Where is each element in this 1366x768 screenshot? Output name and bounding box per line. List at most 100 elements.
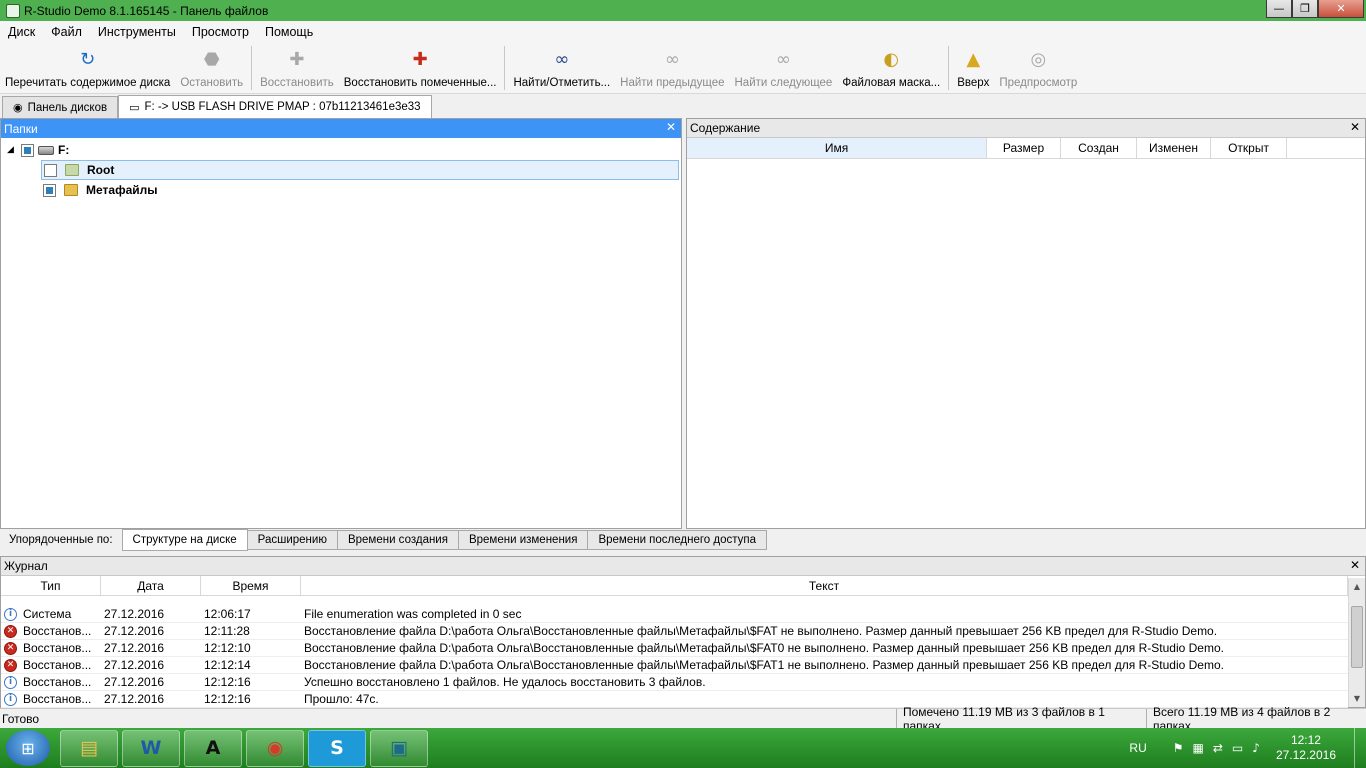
find-prev-button[interactable]: ∞ Найти предыдущее — [615, 42, 729, 92]
close-icon[interactable]: ✕ — [1350, 120, 1360, 134]
taskbar-chrome[interactable]: ◉ — [246, 729, 304, 767]
start-button[interactable]: ⊞ — [6, 730, 50, 766]
collapse-icon[interactable]: ◢ — [7, 145, 17, 155]
title-bar: R-Studio Demo 8.1.165145 - Панель файлов… — [0, 0, 1366, 21]
log-rows: i Система 27.12.2016 12:06:17 File enumer… — [1, 606, 1348, 708]
taskbar-skype[interactable]: S — [308, 729, 366, 767]
log-row[interactable]: ✕ Восстанов... 27.12.2016 12:12:10 Восста… — [1, 640, 1348, 657]
flag-icon[interactable]: ⚑ — [1173, 741, 1184, 755]
tree-item-metafiles[interactable]: Метафайлы — [43, 180, 157, 200]
column-created[interactable]: Создан — [1061, 138, 1137, 158]
menu-tools[interactable]: Инструменты — [90, 25, 184, 39]
scroll-up-icon[interactable]: ▲ — [1349, 578, 1365, 595]
log-date: 27.12.2016 — [104, 607, 165, 621]
scroll-thumb[interactable] — [1351, 606, 1363, 668]
menu-file[interactable]: Файл — [43, 25, 90, 39]
sort-by-creation-time[interactable]: Времени создания — [336, 530, 459, 550]
binoculars-prev-icon: ∞ — [664, 48, 680, 70]
log-pane-title: Журнал — [4, 559, 48, 573]
column-opened[interactable]: Открыт — [1211, 138, 1287, 158]
column-size[interactable]: Размер — [987, 138, 1061, 158]
up-label: Вверх — [957, 77, 990, 89]
network-icon[interactable]: ▦ — [1193, 741, 1204, 755]
column-date[interactable]: Дата — [101, 576, 201, 595]
volume-icon[interactable]: ♪ — [1252, 741, 1260, 755]
tab-disks-panel[interactable]: ◉ Панель дисков — [2, 96, 119, 118]
taskbar-r-studio[interactable]: ▣ — [370, 729, 428, 767]
file-mask-button[interactable]: ◐ Файловая маска... — [837, 42, 945, 92]
error-icon: ✕ — [4, 624, 17, 638]
menu-disk[interactable]: Диск — [0, 25, 43, 39]
log-type: Восстанов... — [23, 675, 92, 689]
toolbar-separator — [251, 46, 253, 90]
taskbar-font-viewer[interactable]: A — [184, 729, 242, 767]
error-icon: ✕ — [4, 641, 17, 655]
preview-label: Предпросмотр — [999, 77, 1078, 89]
log-row[interactable]: ✕ Восстанов... 27.12.2016 12:12:14 Восста… — [1, 657, 1348, 674]
tree-checkbox[interactable] — [44, 163, 57, 177]
column-time[interactable]: Время — [201, 576, 301, 595]
folder-up-icon: ▲ — [966, 48, 981, 70]
clock-date: 27.12.2016 — [1275, 748, 1336, 762]
close-button[interactable]: ✕ — [1318, 0, 1364, 18]
recover-button[interactable]: ✚ Восстановить — [255, 42, 339, 92]
contents-column-headers: Имя Размер Создан Изменен Открыт — [687, 138, 1365, 159]
taskbar-explorer[interactable]: ▤ — [60, 729, 118, 767]
folders-pane-title: Папки — [4, 121, 38, 136]
close-icon[interactable]: ✕ — [666, 120, 676, 134]
status-marked: Помечено 11.19 MB из 3 файлов в 1 папках — [896, 705, 1146, 733]
column-modified[interactable]: Изменен — [1137, 138, 1211, 158]
contents-pane-title: Содержание — [690, 121, 761, 135]
sort-by-access-time[interactable]: Времени последнего доступа — [587, 530, 768, 550]
find-mark-button[interactable]: ∞ Найти/Отметить... — [508, 42, 615, 92]
stop-button[interactable]: ⬣ Остановить — [175, 42, 248, 92]
clock[interactable]: 12:12 27.12.2016 — [1276, 733, 1336, 763]
log-row[interactable]: i Восстанов... 27.12.2016 12:12:16 Прошло… — [1, 691, 1348, 708]
recover-marked-label: Восстановить помеченные... — [343, 77, 497, 89]
log-scrollbar[interactable]: ▲ ▼ — [1348, 578, 1365, 707]
sort-by-extension[interactable]: Расширению — [246, 530, 338, 550]
column-type[interactable]: Тип — [1, 576, 101, 595]
log-time: 12:11:28 — [204, 624, 250, 638]
binoculars-next-icon: ∞ — [775, 48, 791, 70]
tree-item-drive[interactable]: ◢ F: — [7, 140, 69, 160]
log-row[interactable]: ✕ Восстанов... 27.12.2016 12:11:28 Восста… — [1, 623, 1348, 640]
tab-current-drive[interactable]: ▭ F: -> USB FLASH DRIVE PMAP : 07b112134… — [118, 95, 432, 118]
language-indicator[interactable]: RU — [1129, 741, 1146, 755]
menu-view[interactable]: Просмотр — [184, 25, 257, 39]
column-name[interactable]: Имя — [687, 138, 987, 158]
recover-marked-icon: ✚ — [412, 48, 428, 70]
recover-marked-button[interactable]: ✚ Восстановить помеченные... — [339, 42, 502, 92]
tree-checkbox[interactable] — [21, 143, 34, 157]
sort-by-modification-time[interactable]: Времени изменения — [457, 530, 589, 550]
usb-icon[interactable]: ⇄ — [1213, 741, 1223, 755]
tree-item-root[interactable]: Root — [41, 160, 679, 180]
sort-by-label: Упорядоченные по: — [9, 534, 113, 546]
tree-checkbox[interactable] — [43, 183, 56, 197]
maximize-button[interactable]: ❐ — [1292, 0, 1318, 18]
minimize-button[interactable]: — — [1266, 0, 1292, 18]
rescan-button[interactable]: ↻ Перечитать содержимое диска — [0, 42, 175, 92]
taskbar-word[interactable]: W — [122, 729, 180, 767]
preview-button[interactable]: ◎ Предпросмотр — [994, 42, 1082, 92]
sort-by-structure[interactable]: Структуре на диске — [121, 529, 248, 551]
app-icon — [6, 3, 20, 18]
monitor-icon[interactable]: ▭ — [1232, 741, 1243, 755]
tab-current-drive-label: F: -> USB FLASH DRIVE PMAP : 07b11213461… — [144, 101, 421, 113]
log-date: 27.12.2016 — [104, 658, 165, 672]
column-text[interactable]: Текст — [301, 576, 1348, 595]
log-date: 27.12.2016 — [104, 641, 165, 655]
log-text: Успешно восстановлено 1 файлов. Не удало… — [304, 675, 706, 689]
stop-label: Остановить — [180, 77, 244, 89]
log-type: Система — [23, 607, 72, 621]
contents-pane: Содержание ✕ Имя Размер Создан Изменен О… — [686, 118, 1366, 529]
log-type: Восстанов... — [23, 624, 92, 638]
log-row[interactable]: i Система 27.12.2016 12:06:17 File enumer… — [1, 606, 1348, 623]
up-button[interactable]: ▲ Вверх — [952, 42, 994, 92]
show-desktop-button[interactable] — [1354, 728, 1366, 768]
find-next-button[interactable]: ∞ Найти следующее — [730, 42, 838, 92]
close-icon[interactable]: ✕ — [1350, 558, 1360, 572]
log-row[interactable]: i Восстанов... 27.12.2016 12:12:16 Успешн… — [1, 674, 1348, 691]
menu-help[interactable]: Помощь — [257, 25, 321, 39]
log-type: Восстанов... — [23, 658, 92, 672]
